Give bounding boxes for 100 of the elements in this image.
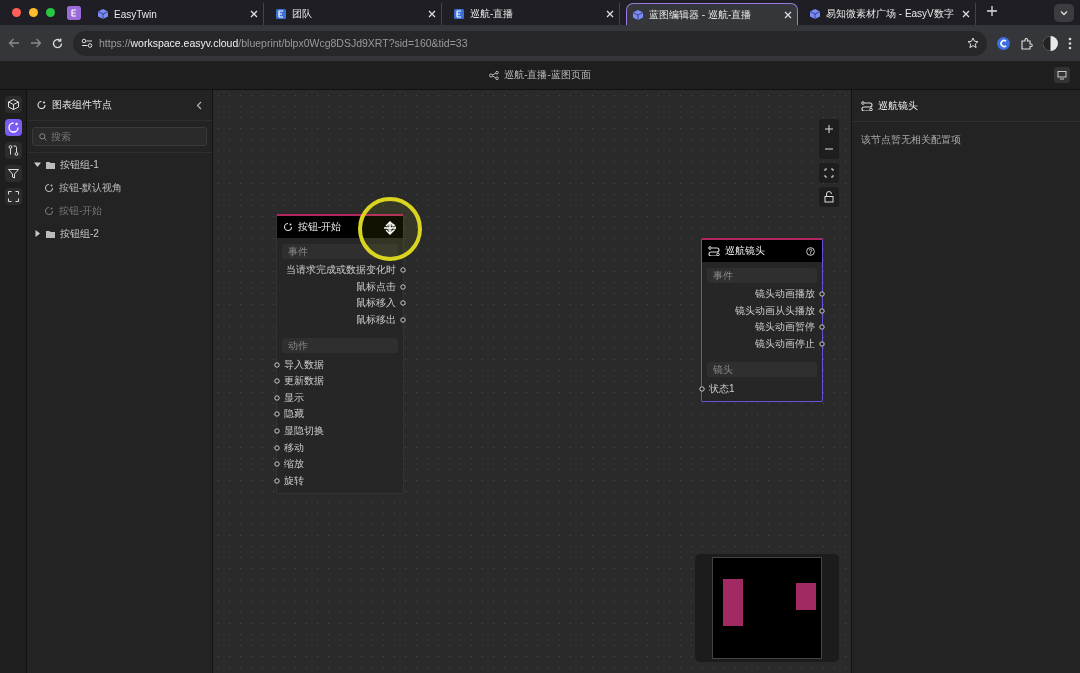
- port-label: 显隐切换: [284, 424, 324, 439]
- browser-tab[interactable]: 易知微素材广场 - EasyV数字: [804, 3, 976, 25]
- route-icon: [708, 246, 720, 256]
- port-icon[interactable]: [274, 428, 280, 435]
- browser-tab[interactable]: EasyTwin: [92, 3, 264, 25]
- port-label: 镜头动画暂停: [755, 320, 815, 335]
- browser-tab[interactable]: 团队: [270, 3, 442, 25]
- node-title: 按钮-开始: [298, 220, 342, 234]
- cube-icon: [809, 8, 821, 20]
- port-icon[interactable]: [274, 361, 280, 368]
- extension-badge-icon[interactable]: [997, 36, 1010, 50]
- route-icon: [861, 100, 873, 111]
- tree-item[interactable]: 按钮-默认视角: [59, 180, 123, 195]
- frame-icon[interactable]: [4, 188, 22, 205]
- port-icon[interactable]: [274, 477, 280, 484]
- port-label: 镜头动画播放: [755, 287, 815, 302]
- port-icon[interactable]: [699, 385, 705, 392]
- caret-right-icon[interactable]: [34, 230, 41, 237]
- port-icon[interactable]: [274, 411, 280, 418]
- port-icon[interactable]: [274, 394, 280, 401]
- url-text: https://workspace.easyv.cloud/blueprint/blpx0Wcg8DSJd9XRT?sid=160&tid=33: [99, 37, 468, 49]
- reload-icon[interactable]: [52, 37, 63, 49]
- port-icon[interactable]: [274, 378, 280, 385]
- tree-item[interactable]: 按钮组-1: [60, 157, 99, 172]
- puzzle-icon[interactable]: [1020, 36, 1033, 50]
- port-icon[interactable]: [819, 341, 825, 348]
- close-icon[interactable]: [250, 10, 258, 18]
- close-icon[interactable]: [428, 10, 436, 18]
- close-icon[interactable]: [962, 10, 970, 18]
- avatar-icon[interactable]: [1043, 35, 1058, 51]
- close-icon[interactable]: [784, 10, 792, 19]
- browser-tab[interactable]: 蓝图编辑器 - 巡航-直播: [626, 3, 798, 25]
- new-tab-icon[interactable]: [987, 6, 997, 16]
- forward-icon[interactable]: [30, 38, 42, 48]
- panel-title: 图表组件节点: [52, 98, 112, 112]
- folder-icon: [46, 229, 55, 238]
- port-label: 鼠标点击: [356, 279, 396, 294]
- address-field[interactable]: https://workspace.easyv.cloud/blueprint/blpx0Wcg8DSJd9XRT?sid=160&tid=33: [73, 30, 987, 56]
- port-label: 当请求完成或数据变化时: [286, 263, 396, 278]
- port-label: 隐藏: [284, 407, 304, 422]
- refresh-icon: [44, 205, 54, 216]
- profile-badge-icon[interactable]: [67, 5, 81, 20]
- panel-title: 巡航镜头: [878, 98, 918, 113]
- back-icon[interactable]: [8, 38, 20, 48]
- port-label: 状态1: [709, 381, 735, 396]
- cube-icon: [97, 8, 109, 20]
- section-header: 事件: [707, 268, 817, 283]
- section-header: 事件: [282, 244, 398, 259]
- search-icon: [39, 133, 47, 141]
- minimap[interactable]: [712, 557, 822, 659]
- refresh-icon: [283, 222, 293, 232]
- port-icon[interactable]: [400, 300, 406, 307]
- port-icon[interactable]: [819, 291, 825, 298]
- blueprint-node[interactable]: 按钮-开始 事件 当请求完成或数据变化时 鼠标点击 鼠标移入 鼠标移出 动作 导入数据 更新数据 显示 隐藏 显隐切换 移动 缩放 旋转: [276, 214, 404, 495]
- port-icon[interactable]: [274, 444, 280, 451]
- window-minimize-icon[interactable]: [29, 8, 38, 17]
- screen-icon[interactable]: [1054, 67, 1070, 83]
- browser-tab[interactable]: 巡航-直播: [448, 3, 620, 25]
- collapse-icon[interactable]: [196, 100, 202, 110]
- cube-icon: [632, 8, 644, 21]
- section-header: 镜头: [707, 362, 817, 378]
- cube-icon[interactable]: [4, 96, 22, 113]
- bracket-logo-icon: [453, 8, 465, 20]
- blueprint-node[interactable]: 巡航镜头 事件 镜头动画播放 镜头动画从头播放 镜头动画暂停 镜头动画停止 镜头 状态1: [701, 238, 823, 402]
- caret-down-icon[interactable]: [34, 161, 41, 168]
- port-label: 显示: [284, 390, 304, 405]
- cursor-highlight: [357, 196, 423, 262]
- port-label: 导入数据: [284, 357, 324, 372]
- port-icon[interactable]: [400, 267, 406, 274]
- tree-item[interactable]: 按钮-开始: [59, 203, 103, 218]
- window-maximize-icon[interactable]: [46, 8, 55, 17]
- port-label: 镜头动画停止: [755, 337, 815, 352]
- folder-icon: [46, 160, 55, 169]
- port-label: 镜头动画从头播放: [735, 303, 815, 318]
- port-icon[interactable]: [819, 324, 825, 331]
- port-icon[interactable]: [400, 283, 406, 290]
- port-icon[interactable]: [819, 307, 825, 314]
- close-icon[interactable]: [606, 10, 614, 18]
- port-label: 鼠标移入: [356, 296, 396, 311]
- empty-message: 该节点暂无相关配置项: [861, 134, 961, 145]
- bracket-logo-icon: [275, 8, 287, 20]
- port-icon[interactable]: [274, 461, 280, 468]
- more-icon[interactable]: [1068, 36, 1072, 50]
- port-label: 鼠标移出: [356, 313, 396, 328]
- branch-icon[interactable]: [4, 142, 22, 159]
- tree-item[interactable]: 按钮组-2: [60, 226, 99, 241]
- port-label: 更新数据: [284, 374, 324, 389]
- search-field[interactable]: 搜索: [32, 127, 207, 146]
- refresh-icon: [44, 182, 54, 193]
- section-header: 动作: [282, 338, 398, 354]
- refresh-icon[interactable]: [4, 119, 22, 136]
- share-nodes-icon: [489, 70, 500, 80]
- site-settings-icon[interactable]: [81, 38, 93, 48]
- filter-icon[interactable]: [4, 165, 22, 182]
- port-label: 移动: [284, 440, 304, 455]
- star-icon[interactable]: [967, 37, 979, 49]
- refresh-icon: [36, 100, 47, 110]
- window-close-icon[interactable]: [12, 8, 21, 17]
- port-icon[interactable]: [400, 317, 406, 324]
- node-title: 巡航镜头: [725, 244, 765, 258]
